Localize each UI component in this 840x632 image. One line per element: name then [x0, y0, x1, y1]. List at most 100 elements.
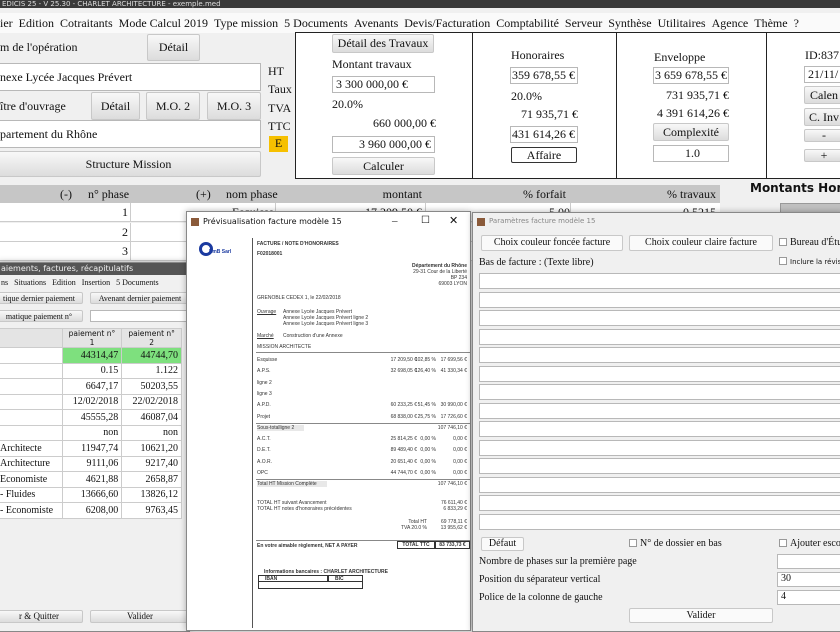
- paiements-cell[interactable]: 9217,40: [121, 455, 182, 472]
- maximize-icon[interactable]: ☐: [421, 215, 430, 226]
- paiements-cell[interactable]: 50203,55: [121, 378, 182, 395]
- e-badge[interactable]: E: [269, 136, 288, 152]
- paiement-n-button[interactable]: matique paiement n°: [0, 310, 83, 322]
- paiements-cell[interactable]: [0, 409, 63, 426]
- paiements-row[interactable]: Architecte 11947,74 10621,20: [0, 440, 182, 457]
- paiements-cell[interactable]: 2658,87: [121, 471, 182, 488]
- paiements-cell[interactable]: 1.122: [121, 362, 182, 379]
- nb-phases-field[interactable]: [777, 554, 840, 569]
- paiements-cell[interactable]: [0, 362, 63, 379]
- bas-facture-line-field[interactable]: [479, 291, 840, 308]
- couleur-claire-button[interactable]: Choix couleur claire facture: [629, 235, 773, 251]
- paiements-cell[interactable]: [0, 347, 63, 364]
- avenant-dernier-paiement-button[interactable]: Avenant dernier paiement: [90, 292, 190, 304]
- maitre-ouvrage-field[interactable]: partement du Rhône: [0, 120, 261, 148]
- bas-facture-line-field[interactable]: [479, 328, 840, 345]
- menu-item[interactable]: Mode Calcul 2019: [119, 16, 208, 30]
- paiements-cell[interactable]: - Fluides: [0, 486, 63, 503]
- bas-facture-line-field[interactable]: [479, 421, 840, 437]
- menu-item[interactable]: Type mission: [214, 16, 278, 30]
- paiements-cell[interactable]: 10621,20: [121, 440, 182, 457]
- menu-item[interactable]: Devis/Facturation: [404, 16, 490, 30]
- paiements-menu-item[interactable]: Edition: [52, 278, 76, 287]
- structure-mission-button[interactable]: Structure Mission: [0, 151, 261, 177]
- enregistrer-quitter-button[interactable]: r & Quitter: [0, 610, 83, 623]
- paiements-row[interactable]: non non: [0, 424, 182, 441]
- bas-facture-line-field[interactable]: [479, 513, 840, 530]
- paiements-cell[interactable]: 44314,47: [61, 347, 123, 364]
- bureau-etude-checkbox[interactable]: Bureau d'Étud: [779, 237, 840, 248]
- menu-item[interactable]: Avenants: [354, 16, 398, 30]
- paiements-cell[interactable]: 11947,74: [61, 440, 123, 457]
- minimize-icon[interactable]: –: [392, 215, 398, 227]
- paiements-cell[interactable]: 46087,04: [121, 409, 182, 426]
- escompte-checkbox[interactable]: Ajouter escom: [779, 538, 840, 549]
- paiements-cell[interactable]: non: [61, 424, 123, 441]
- bas-facture-line-field[interactable]: [479, 402, 840, 419]
- mo2-button[interactable]: M.O. 2: [146, 92, 200, 120]
- couleur-foncee-button[interactable]: Choix couleur foncée facture: [481, 235, 623, 251]
- calendar-button[interactable]: Calen: [804, 86, 840, 104]
- travaux-ht-field[interactable]: 3 300 000,00 €: [332, 76, 435, 93]
- detail-travaux-button[interactable]: Détail des Travaux: [332, 34, 434, 53]
- paiements-row[interactable]: 0.15 1.122: [0, 362, 182, 379]
- revision-checkbox[interactable]: Inclure la révision: [779, 257, 840, 266]
- bas-facture-line-field[interactable]: [479, 458, 840, 474]
- menu-item[interactable]: Utilitaires: [658, 16, 706, 30]
- operation-detail-button[interactable]: Détail: [147, 34, 200, 61]
- paiements-cell[interactable]: 6647,17: [61, 378, 123, 395]
- honoraires-ht-field[interactable]: 359 678,55 €: [510, 67, 578, 84]
- calculer-button[interactable]: Calculer: [332, 157, 435, 175]
- paiements-cell[interactable]: 22/02/2018: [121, 393, 182, 410]
- params-valider-button[interactable]: Valider: [629, 608, 773, 623]
- complexite-field[interactable]: 1.0: [653, 145, 729, 162]
- close-icon[interactable]: ✕: [449, 214, 458, 227]
- paiements-menu-item[interactable]: Insertion: [82, 278, 110, 287]
- paiements-cell[interactable]: - Economiste: [0, 502, 63, 519]
- menu-item[interactable]: Edition: [19, 16, 54, 30]
- paiements-row[interactable]: - Economiste 6208,00 9763,45: [0, 502, 182, 519]
- paiements-cell[interactable]: 44744,70: [121, 347, 182, 364]
- paiements-cell[interactable]: 9763,45: [121, 502, 182, 519]
- travaux-ttc-field[interactable]: 3 960 000,00 €: [332, 136, 435, 153]
- plus-button[interactable]: +: [804, 149, 840, 162]
- mo-detail-button[interactable]: Détail: [91, 92, 140, 120]
- col-plus[interactable]: (+): [196, 187, 211, 202]
- paiements-row[interactable]: 12/02/2018 22/02/2018: [0, 393, 182, 410]
- paiements-cell[interactable]: 45555,28: [61, 409, 123, 426]
- mo3-button[interactable]: M.O. 3: [207, 92, 261, 120]
- paiements-cell[interactable]: [0, 424, 63, 441]
- paiements-cell[interactable]: 6208,00: [61, 502, 123, 519]
- paiements-cell[interactable]: Economiste: [0, 471, 63, 488]
- menu-item[interactable]: Comptabilité: [496, 16, 559, 30]
- separateur-field[interactable]: 30: [777, 572, 840, 587]
- police-field[interactable]: 4: [777, 590, 840, 605]
- complexite-button[interactable]: Complexité: [653, 123, 729, 141]
- paiements-cell[interactable]: 12/02/2018: [61, 393, 123, 410]
- enveloppe-ht-field[interactable]: 3 659 678,55 €: [653, 67, 729, 84]
- bas-facture-line-field[interactable]: [479, 439, 840, 456]
- menu-item[interactable]: Thème: [754, 16, 787, 30]
- bas-facture-line-field[interactable]: [479, 476, 840, 493]
- paiements-cell[interactable]: 0.15: [61, 362, 123, 379]
- paiements-valider-button[interactable]: Valider: [90, 610, 190, 623]
- bas-facture-line-field[interactable]: [479, 347, 840, 363]
- menu-item[interactable]: 5 Documents: [284, 16, 348, 30]
- honoraires-ttc-field[interactable]: 431 614,26 €: [510, 126, 578, 143]
- menu-item[interactable]: ier: [0, 16, 13, 30]
- bas-facture-line-field[interactable]: [479, 365, 840, 382]
- bas-facture-line-field[interactable]: [479, 495, 840, 511]
- paiements-row[interactable]: - Fluides 13666,60 13826,12: [0, 486, 182, 503]
- paiements-row[interactable]: 44314,47 44744,70: [0, 347, 182, 364]
- paiements-menu-item[interactable]: Situations: [14, 278, 46, 287]
- paiements-menu-item[interactable]: 5 Documents: [116, 278, 158, 287]
- paiement-n-field[interactable]: [90, 310, 190, 322]
- paiements-cell[interactable]: 13826,12: [121, 486, 182, 503]
- c-inv-button[interactable]: C. Inv: [804, 108, 840, 126]
- paiements-row[interactable]: 45555,28 46087,04: [0, 409, 182, 426]
- bas-facture-line-field[interactable]: [479, 273, 840, 289]
- paiements-row[interactable]: 6647,17 50203,55: [0, 378, 182, 395]
- paiements-row[interactable]: Economiste 4621,88 2658,87: [0, 471, 182, 488]
- menu-item[interactable]: Serveur: [565, 16, 602, 30]
- paiements-cell[interactable]: [0, 378, 63, 395]
